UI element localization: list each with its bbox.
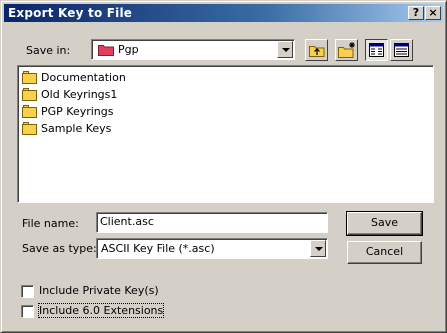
include-private-key-label[interactable]: Include Private Key(s) [39,284,159,297]
file-name-label: File name: [22,217,79,230]
save-as-type-label: Save as type: [22,242,97,255]
save-in-value: Pgp [118,43,139,56]
create-new-folder-icon [338,42,356,61]
include-60-extensions-checkbox[interactable] [21,305,34,318]
help-button[interactable]: ? [408,6,424,20]
list-item[interactable]: Documentation [22,69,126,86]
list-item[interactable]: Sample Keys [22,120,111,137]
export-key-dialog: Export Key to File ? × Save in: Pgp Docu… [0,0,447,333]
file-list[interactable]: Documentation Old Keyrings1 PGP Keyrings… [17,65,434,203]
folder-icon [22,122,38,135]
save-button[interactable]: Save [346,211,423,236]
include-60-extensions-label[interactable]: Include 6.0 Extensions [37,303,165,318]
chevron-down-icon[interactable] [310,240,326,257]
save-in-label: Save in: [26,44,71,57]
folder-icon [22,71,38,84]
create-new-folder-button[interactable] [335,39,358,61]
file-name-input[interactable]: Client.asc [96,212,328,233]
folder-icon [22,88,38,101]
save-as-type-value: ASCII Key File (*.asc) [101,242,215,255]
cancel-button[interactable]: Cancel [347,241,422,264]
folder-icon [22,105,38,118]
list-item[interactable]: PGP Keyrings [22,103,114,120]
include-private-key-checkbox[interactable] [21,285,34,298]
title-bar: Export Key to File ? × [4,4,443,22]
folder-icon [98,43,114,56]
list-view-button[interactable] [365,39,388,61]
up-one-level-button[interactable] [305,39,328,61]
window-title: Export Key to File [8,6,133,20]
chevron-down-icon[interactable] [277,41,293,58]
save-in-combo[interactable]: Pgp [91,39,295,60]
list-view-icon [369,43,384,60]
details-view-icon [394,43,409,60]
save-as-type-combo[interactable]: ASCII Key File (*.asc) [96,238,328,259]
up-one-level-icon [309,43,325,60]
list-item[interactable]: Old Keyrings1 [22,86,117,103]
close-button[interactable]: × [425,6,441,20]
details-view-button[interactable] [390,39,413,61]
